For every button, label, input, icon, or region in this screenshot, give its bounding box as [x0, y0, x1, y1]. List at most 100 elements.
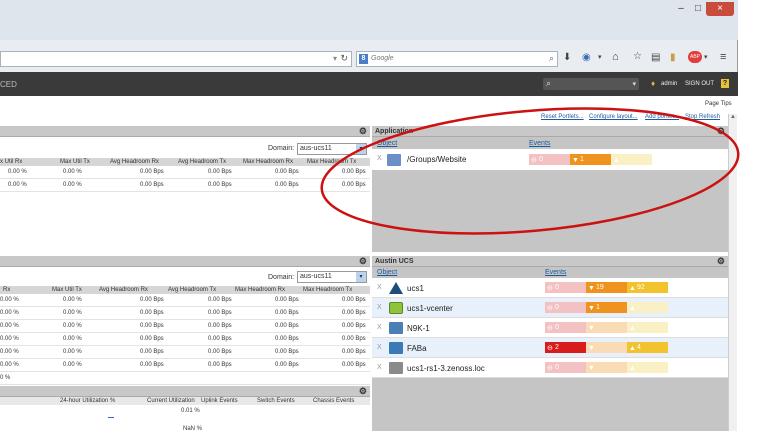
search-box[interactable]: 8 Google ⌕ — [356, 51, 558, 67]
error-events[interactable]: ▼ — [586, 362, 627, 373]
ucs-chassis-icon — [389, 282, 403, 294]
critical-events[interactable]: ⊖ 2 — [545, 342, 586, 353]
url-bar[interactable]: ▾ ↻ — [0, 51, 352, 67]
table-row[interactable]: 0 % — [0, 372, 370, 385]
austin-ucs-portlet-header[interactable]: Austin UCS ⚙ — [372, 256, 728, 267]
column-header[interactable]: Max Headroom Tx — [303, 287, 352, 293]
home-icon[interactable]: ⌂ — [612, 51, 619, 63]
critical-events[interactable]: ⊖ 0 — [545, 322, 586, 333]
table-cell: 0.00 % — [0, 362, 19, 368]
gear-icon[interactable]: ⚙ — [359, 386, 367, 397]
download-icon[interactable]: ⬇ — [563, 52, 571, 63]
chevron-down-icon[interactable]: ▾ — [704, 53, 708, 61]
chevron-down-icon[interactable]: ▾ — [632, 80, 636, 88]
error-events[interactable]: ▼ — [586, 322, 627, 333]
global-search-input[interactable]: ⌕ ▾ — [543, 78, 639, 90]
critical-events[interactable]: ⊖ 0 — [545, 302, 586, 313]
warning-events[interactable]: ▲ — [627, 362, 668, 373]
remove-icon[interactable]: X — [377, 304, 382, 311]
critical-count: 0 — [555, 324, 559, 331]
maximize-button[interactable]: □ — [690, 2, 706, 16]
warning-icon: ▲ — [629, 345, 636, 352]
events-column-header[interactable]: Events — [545, 269, 566, 276]
remove-icon[interactable]: X — [377, 344, 382, 351]
table-cell: 0.00 Bps — [208, 336, 232, 342]
error-events[interactable]: ▼ — [586, 342, 627, 353]
utilization-value-2: NaN % — [183, 426, 203, 432]
reload-icon[interactable]: ↻ — [340, 53, 348, 64]
gear-icon[interactable]: ⚙ — [717, 256, 725, 267]
chevron-down-icon[interactable]: ▾ — [333, 54, 337, 63]
table-cell: 0.00 Bps — [140, 349, 164, 355]
critical-icon: ⊖ — [547, 345, 553, 352]
warning-icon: ▲ — [629, 365, 636, 372]
list-item[interactable]: Xucs1-vcenter ⊖ 0 ▼ 1 ▲ — [372, 298, 728, 318]
object-name[interactable]: FABa — [407, 344, 427, 353]
warning-events[interactable]: ▲ 4 — [627, 342, 668, 353]
error-events[interactable]: ▼ 19 — [586, 282, 627, 293]
table-row[interactable]: 0.00 % 0.00 % 0.00 Bps 0.00 Bps 0.00 Bps 0.00… — [0, 294, 370, 307]
column-header[interactable]: Max Util Tx — [60, 159, 90, 165]
bookmark-star-icon[interactable]: ☆ — [633, 51, 642, 62]
object-name[interactable]: N9K-1 — [407, 324, 430, 333]
table-row[interactable]: 0.00 % 0.00 % 0.00 Bps 0.00 Bps 0.00 Bps 0.00… — [0, 307, 370, 320]
table-row[interactable]: 0.00 % 0.00 % 0.00 Bps 0.00 Bps 0.00 Bps 0.00… — [0, 359, 370, 372]
column-header[interactable]: Max Headroom Rx — [235, 287, 285, 293]
chevron-down-icon[interactable]: ▾ — [598, 53, 602, 61]
table-row[interactable]: 0.00 % 0.00 % 0.00 Bps 0.00 Bps 0.00 Bps 0.00… — [0, 333, 370, 346]
help-icon[interactable]: ? — [721, 79, 729, 88]
column-header[interactable]: Max Util Tx — [52, 287, 82, 293]
remove-icon[interactable]: X — [377, 364, 382, 371]
left-bottom-portlet-header[interactable]: ⚙ — [0, 386, 370, 397]
column-header[interactable]: x Util Rx — [0, 159, 22, 165]
column-header[interactable]: Avg Headroom Rx — [110, 159, 159, 165]
menu-icon[interactable]: ≡ — [720, 51, 726, 63]
column-header[interactable]: Chassis Events — [313, 398, 354, 404]
column-header[interactable]: Max Headroom Rx — [243, 159, 293, 165]
critical-events[interactable]: ⊖ 0 — [545, 362, 586, 373]
object-column-header[interactable]: Object — [377, 269, 397, 276]
gear-icon[interactable]: ⚙ — [359, 256, 367, 267]
table-row[interactable]: 0.00 % 0.00 % 0.00 Bps 0.00 Bps 0.00 Bps 0.00… — [0, 320, 370, 333]
minimize-button[interactable]: – — [672, 2, 690, 16]
remove-icon[interactable]: X — [377, 324, 382, 331]
column-header[interactable]: Avg Headroom Rx — [99, 287, 148, 293]
column-header[interactable]: 24-hour Utilization % — [60, 398, 115, 404]
app-nav-label[interactable]: CED — [0, 80, 17, 89]
column-header[interactable]: Avg Headroom Tx — [168, 287, 216, 293]
domain-select[interactable]: aus-ucs11 ▾ — [297, 271, 367, 283]
search-icon[interactable]: ⌕ — [549, 53, 554, 64]
column-header[interactable]: Avg Headroom Tx — [178, 159, 226, 165]
column-header[interactable]: Current Utilization — [147, 398, 195, 404]
list-item[interactable]: X FABa ⊖ 2 ▼ ▲ 4 — [372, 338, 728, 358]
warning-events[interactable]: ▲ — [627, 302, 668, 313]
list-item[interactable]: Xucs1-rs1-3.zenoss.loc ⊖ 0 ▼ ▲ — [372, 358, 728, 378]
column-header[interactable]: Switch Events — [257, 398, 295, 404]
library-icon[interactable]: ▮ — [670, 52, 676, 63]
warning-events[interactable]: ▲ 92 — [627, 282, 668, 293]
table-cell: 0.00 Bps — [342, 336, 366, 342]
list-item[interactable]: X N9K-1 ⊖ 0 ▼ ▲ — [372, 318, 728, 338]
object-name[interactable]: ucs1-rs1-3.zenoss.loc — [407, 364, 485, 373]
extension-icon[interactable]: ABP — [688, 51, 702, 63]
left-mid-portlet-header[interactable]: ⚙ — [0, 256, 370, 267]
warning-icon: ▲ — [629, 305, 636, 312]
column-header[interactable]: Rx — [3, 287, 10, 293]
sign-out-link[interactable]: SIGN OUT — [685, 81, 714, 87]
error-events[interactable]: ▼ 1 — [586, 302, 627, 313]
sync-icon[interactable]: ◉ — [582, 52, 591, 63]
list-item[interactable]: Xucs1 ⊖ 0 ▼ 19 ▲ 92 — [372, 278, 728, 298]
object-name[interactable]: ucs1-vcenter — [407, 304, 453, 313]
google-icon[interactable]: 8 — [359, 54, 368, 64]
critical-events[interactable]: ⊖ 0 — [545, 282, 586, 293]
remove-icon[interactable]: X — [377, 284, 382, 291]
table-cell: 0.00 % — [0, 310, 19, 316]
object-name[interactable]: ucs1 — [407, 284, 424, 293]
close-button[interactable]: × — [706, 2, 734, 16]
chevron-down-icon[interactable]: ▾ — [356, 272, 366, 282]
table-row[interactable]: 0.00 % 0.00 % 0.00 Bps 0.00 Bps 0.00 Bps 0.00… — [0, 346, 370, 359]
user-name[interactable]: admin — [661, 81, 677, 87]
warning-events[interactable]: ▲ — [627, 322, 668, 333]
clipboard-icon[interactable]: ▤ — [651, 52, 660, 63]
column-header[interactable]: Uplink Events — [201, 398, 238, 404]
